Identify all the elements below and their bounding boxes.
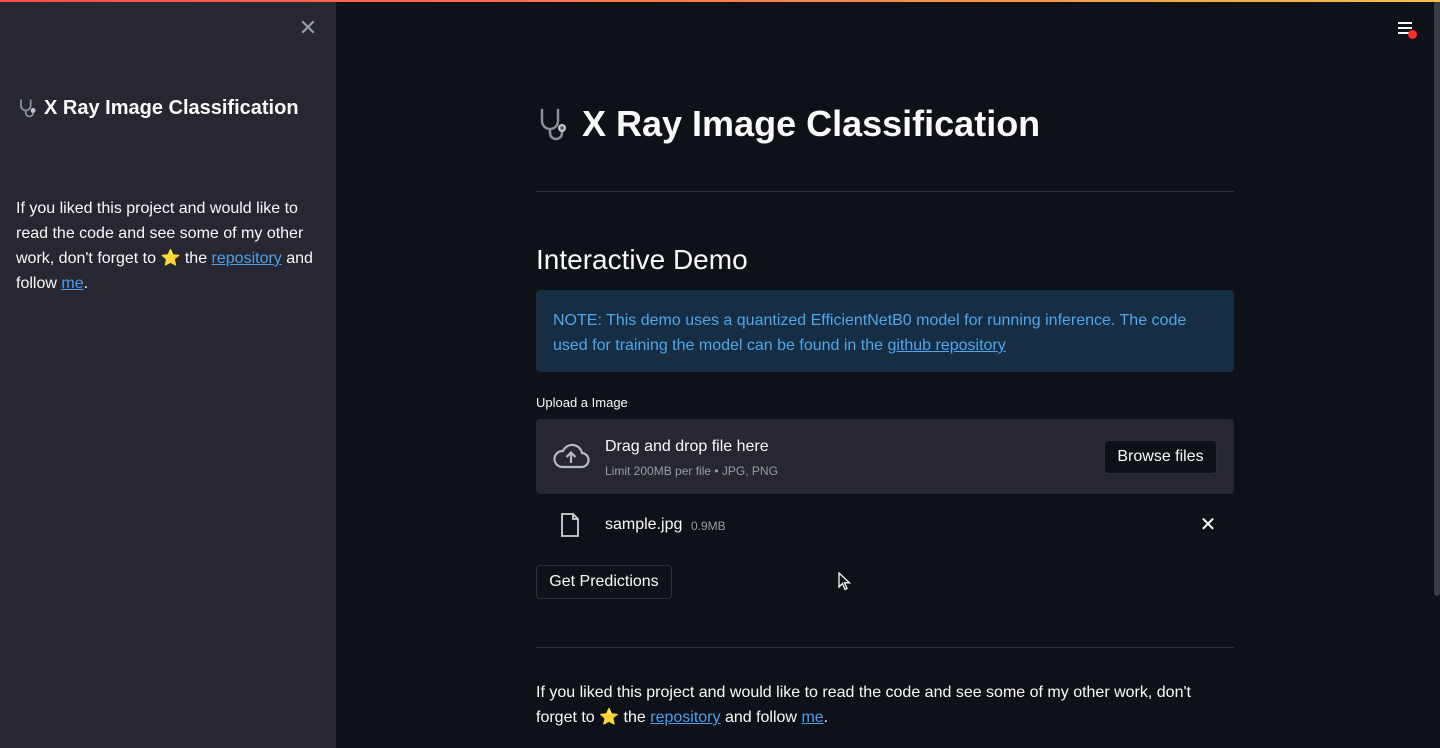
get-predictions-button[interactable]: Get Predictions [536,565,672,599]
dropzone-limit: Limit 200MB per file • JPG, PNG [605,464,778,478]
stethoscope-icon [19,99,36,118]
sidebar-title: X Ray Image Classification [16,96,316,120]
remove-file-icon[interactable]: ✕ [1196,512,1220,536]
file-dropzone[interactable]: Drag and drop file here Limit 200MB per … [536,419,1234,494]
notification-dot [1408,30,1417,39]
uploaded-file-row: sample.jpg 0.9MB ✕ [536,508,1234,542]
info-note: NOTE: This demo uses a quantized Efficie… [536,290,1234,372]
footer-me-link[interactable]: me [801,709,823,726]
page-title: X Ray Image Classification [536,102,1234,146]
stethoscope-icon [540,109,566,141]
sidebar: ✕ X Ray Image Classification If you like… [0,0,336,748]
sidebar-me-link[interactable]: me [61,275,83,292]
file-size: 0.9MB [691,519,726,533]
divider [536,647,1234,648]
github-repository-link[interactable]: github repository [887,337,1005,354]
browse-files-button[interactable]: Browse files [1104,440,1217,474]
main-area: X Ray Image Classification Interactive D… [336,0,1440,748]
footer-repository-link[interactable]: repository [650,709,720,726]
hamburger-menu-icon[interactable] [1396,18,1417,39]
sidebar-title-text: X Ray Image Classification [44,97,299,119]
cloud-upload-icon [553,443,590,469]
file-icon [561,513,579,537]
top-decoration-bar [0,0,1440,2]
mouse-pointer-icon [838,572,852,591]
sidebar-repository-link[interactable]: repository [212,250,282,267]
divider [536,191,1234,192]
sidebar-promo-text: If you liked this project and would like… [16,200,313,292]
star-icon: ⭐ [599,709,620,726]
footer-promo-text: If you liked this project and would like… [536,684,1191,726]
section-title: Interactive Demo [536,244,748,275]
dropzone-instruction: Drag and drop file here [605,438,769,455]
upload-label: Upload a Image [536,395,628,410]
page-title-text: X Ray Image Classification [582,103,1041,144]
file-name: sample.jpg [605,516,683,533]
scrollbar[interactable] [1434,0,1440,596]
close-icon[interactable]: ✕ [296,15,320,40]
star-icon: ⭐ [160,250,181,267]
